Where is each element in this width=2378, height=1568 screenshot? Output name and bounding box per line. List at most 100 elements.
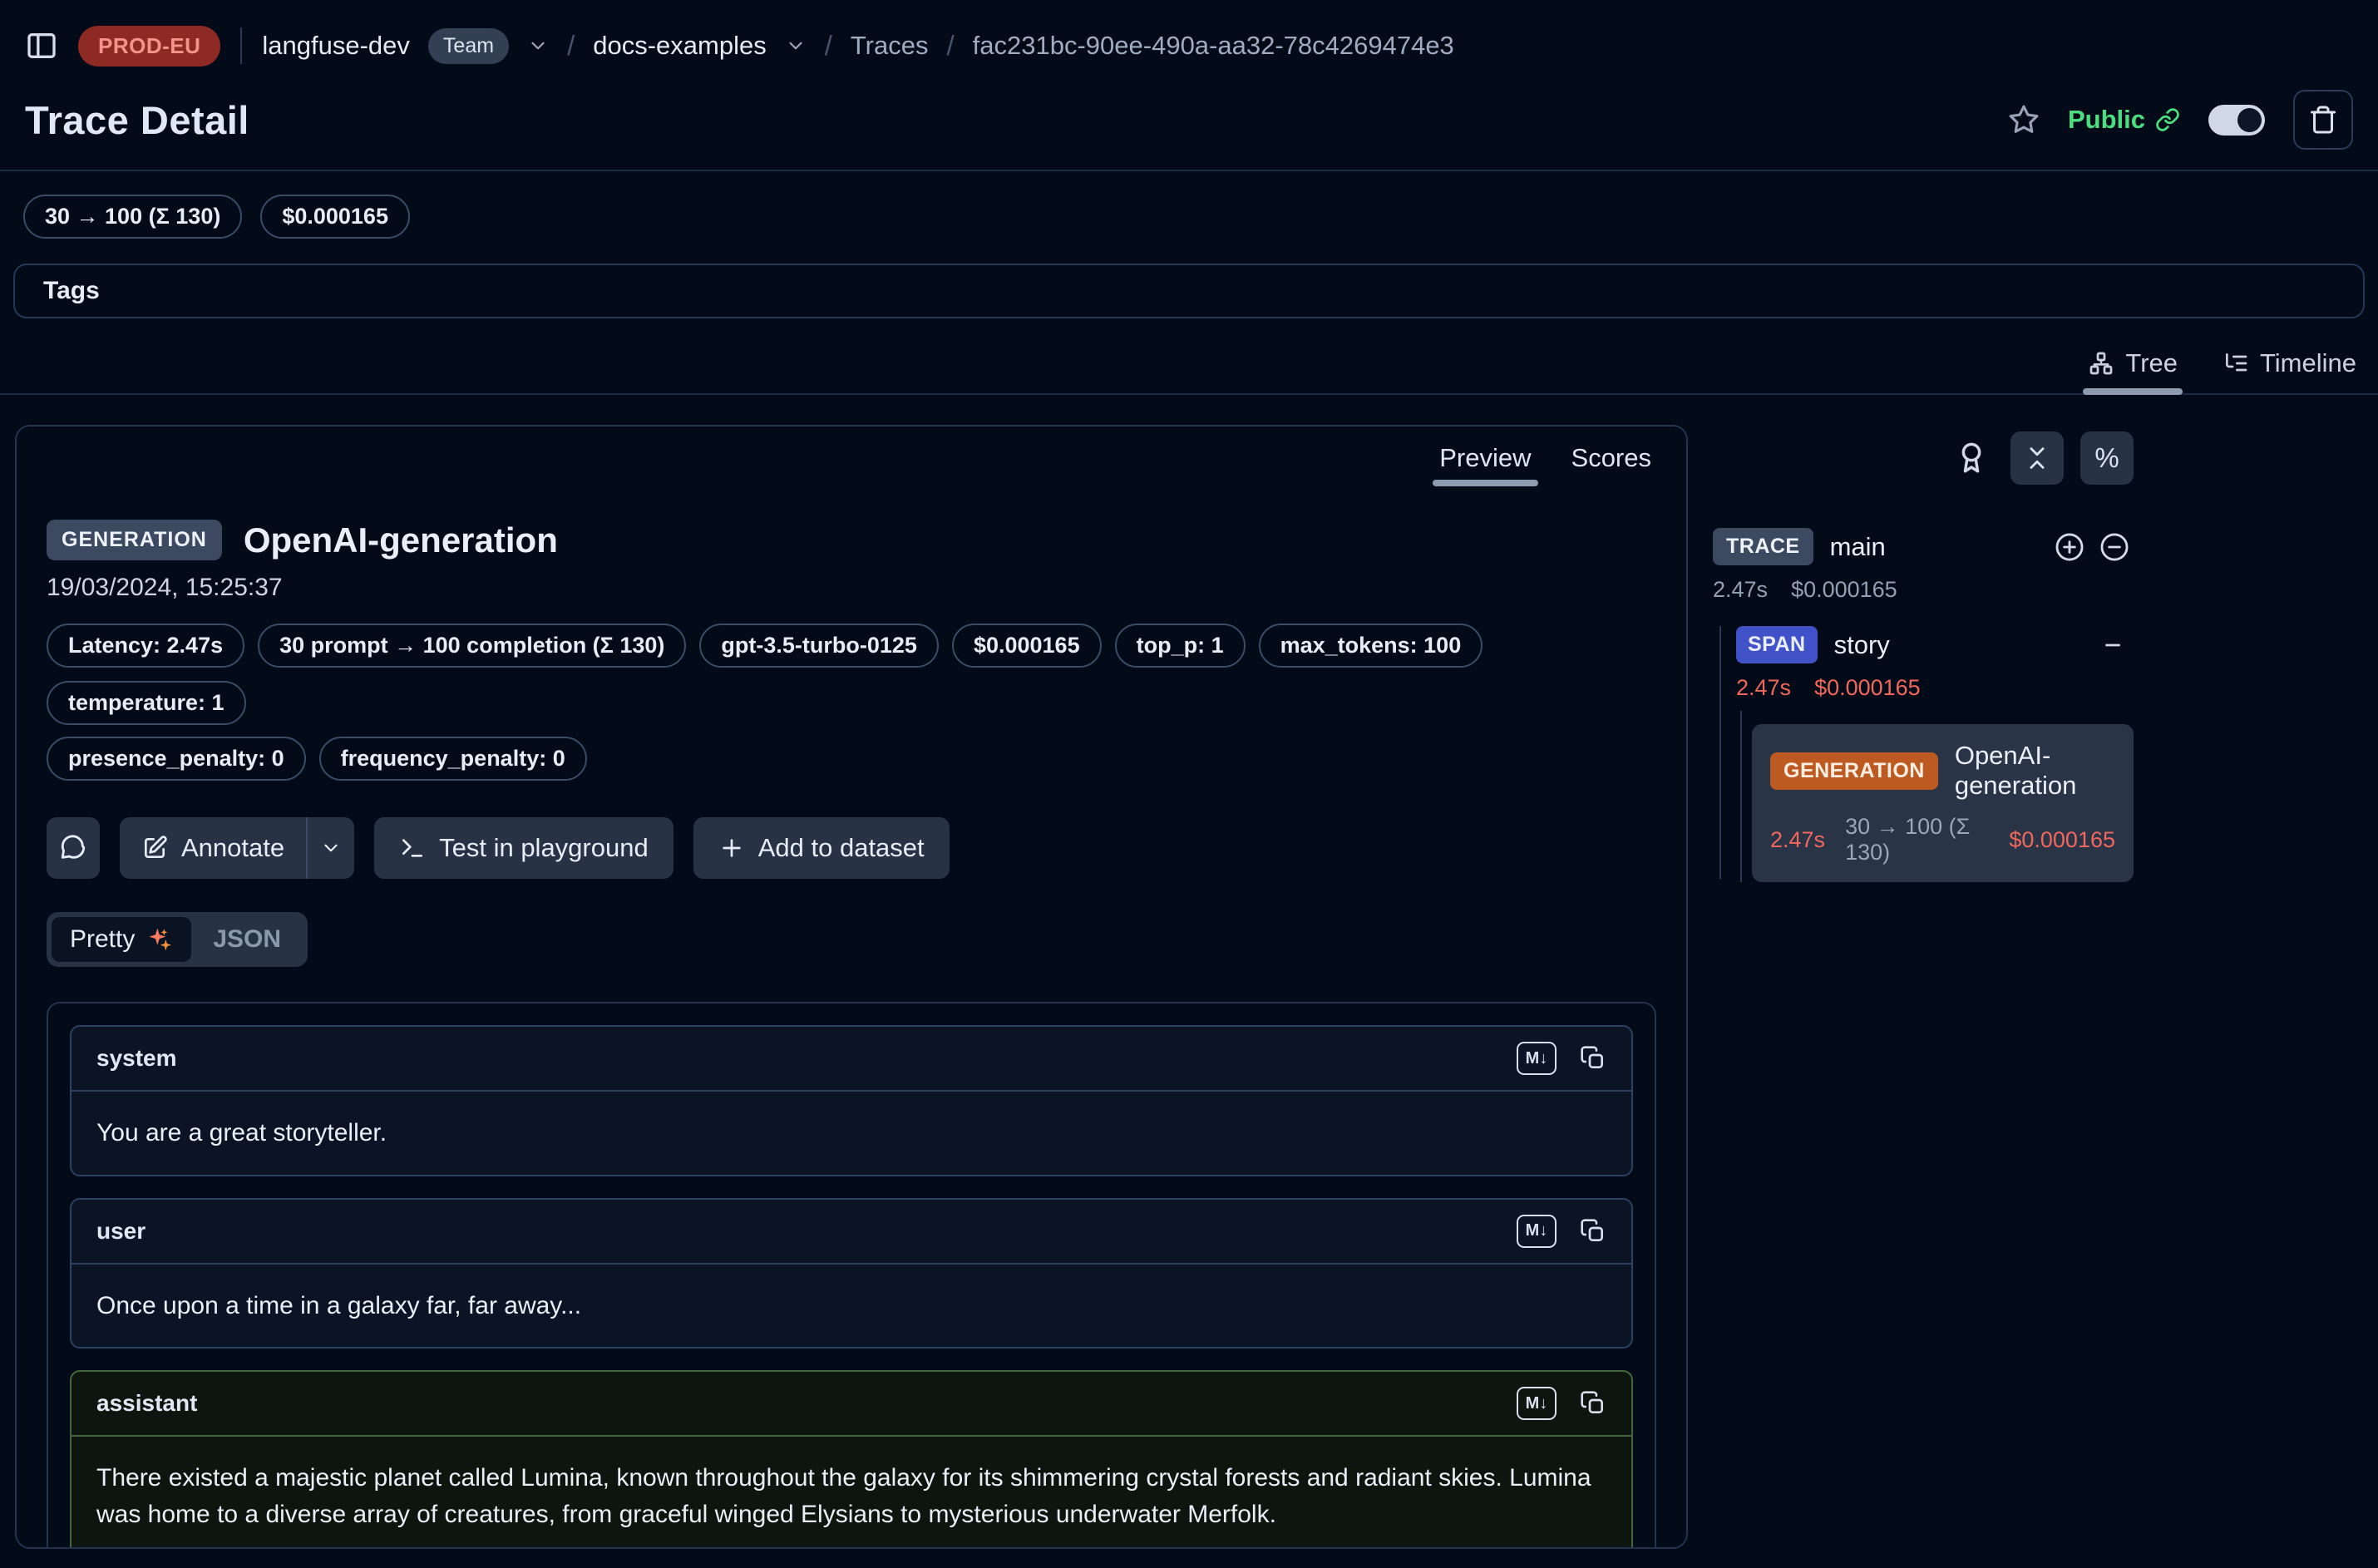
trace-name: main: [1830, 532, 1886, 562]
tree-connector-line: [1740, 711, 1742, 882]
message-tools: M↓: [1517, 1215, 1606, 1248]
test-in-playground-button[interactable]: Test in playground: [374, 817, 673, 879]
message-card: assistant M↓ There existed a majestic pl…: [70, 1370, 1633, 1549]
generation-type-badge: GENERATION: [1770, 752, 1938, 790]
star-icon[interactable]: [2008, 104, 2040, 136]
plus-icon: [718, 835, 745, 861]
param-pill: 30 prompt → 100 completion (Σ 130): [258, 624, 686, 668]
tab-tree-label: Tree: [2125, 348, 2178, 378]
trace-cost: $0.000165: [1791, 577, 1897, 603]
chevron-down-icon: [320, 837, 342, 859]
trace-tree-panel: % TRACE main 2.47s $0.000165 SPAN story: [1713, 425, 2134, 882]
annotate-dropdown-button[interactable]: [308, 817, 354, 879]
tab-preview[interactable]: Preview: [1439, 443, 1531, 486]
chevron-down-icon[interactable]: [785, 35, 807, 57]
pretty-label: Pretty: [70, 925, 135, 954]
generation-name: OpenAI-generation: [1955, 741, 2115, 801]
public-label: Public: [2068, 105, 2145, 135]
terminal-icon: [399, 835, 426, 861]
markdown-toggle-icon[interactable]: M↓: [1517, 1387, 1557, 1420]
trace-badges: 30 → 100 (Σ 130) $0.000165: [23, 195, 2378, 239]
panel-tabs: Preview Scores: [1439, 443, 1651, 486]
divider: [240, 27, 242, 64]
observation-type-badge: GENERATION: [47, 520, 222, 560]
message-header: assistant M↓: [72, 1372, 1631, 1437]
param-pill: temperature: 1: [47, 681, 246, 725]
scores-award-icon[interactable]: [1954, 441, 1989, 476]
format-toggle: Pretty JSON: [47, 912, 308, 967]
add-to-dataset-button[interactable]: Add to dataset: [693, 817, 950, 879]
add-to-dataset-label: Add to dataset: [758, 833, 925, 863]
public-link[interactable]: Public: [2068, 105, 2180, 135]
comment-icon: [59, 834, 87, 862]
generation-node-header: GENERATION OpenAI-generation: [1770, 741, 2115, 801]
message-body: You are a great storyteller.: [72, 1092, 1631, 1175]
span-name: story: [1834, 630, 1890, 660]
tags-label: Tags: [43, 277, 100, 305]
sidebar-toggle-icon[interactable]: [25, 29, 58, 62]
param-pill: frequency_penalty: 0: [319, 737, 587, 781]
annotate-button[interactable]: Annotate: [120, 817, 306, 879]
fold-vertical-icon: [2023, 444, 2051, 472]
token-usage-badge: 30 → 100 (Σ 130): [23, 195, 242, 239]
action-buttons: Annotate Test in playground Add to datas…: [47, 817, 1656, 879]
delete-trace-button[interactable]: [2293, 90, 2353, 150]
trash-icon: [2308, 105, 2338, 135]
copy-icon[interactable]: [1580, 1390, 1606, 1417]
tree-toolbar: %: [1713, 431, 2134, 485]
comment-button[interactable]: [47, 817, 100, 879]
tree-node-trace[interactable]: TRACE main: [1713, 528, 2134, 565]
circle-plus-icon[interactable]: [2054, 531, 2085, 563]
message-tools: M↓: [1517, 1387, 1606, 1420]
markdown-toggle-icon[interactable]: M↓: [1517, 1042, 1557, 1075]
span-subtree: SPAN story 2.47s $0.000165 GENERATION Op…: [1713, 626, 2134, 882]
tab-timeline[interactable]: Timeline: [2223, 348, 2356, 378]
span-cost: $0.000165: [1814, 675, 1921, 701]
generation-subtree: GENERATION OpenAI-generation 2.47s 30 → …: [1736, 724, 2134, 882]
markdown-toggle-icon[interactable]: M↓: [1517, 1215, 1557, 1248]
message-header: user M↓: [72, 1200, 1631, 1265]
param-pill: gpt-3.5-turbo-0125: [699, 624, 939, 668]
format-json-tab[interactable]: JSON: [191, 917, 303, 962]
copy-icon[interactable]: [1580, 1218, 1606, 1245]
top-bar: PROD-EU langfuse-dev Team / docs-example…: [0, 0, 2378, 83]
tab-tree[interactable]: Tree: [2088, 348, 2178, 378]
format-pretty-tab[interactable]: Pretty: [52, 917, 191, 962]
message-body: Once upon a time in a galaxy far, far aw…: [72, 1265, 1631, 1348]
header-divider: [0, 170, 2378, 171]
breadcrumb-section[interactable]: Traces: [851, 31, 929, 61]
link-icon: [2155, 107, 2180, 132]
page-header: Trace Detail Public: [0, 83, 2378, 150]
trace-latency: 2.47s: [1713, 577, 1768, 603]
breadcrumb-project[interactable]: docs-examples: [593, 31, 766, 61]
playground-label: Test in playground: [439, 833, 649, 863]
message-card: user M↓ Once upon a time in a galaxy far…: [70, 1198, 1633, 1349]
content-area: Preview Scores GENERATION OpenAI-generat…: [0, 395, 2378, 1549]
environment-badge[interactable]: PROD-EU: [78, 26, 220, 67]
tags-box[interactable]: Tags: [13, 264, 2365, 318]
observation-name: OpenAI-generation: [244, 520, 558, 560]
sparkles-icon: [146, 926, 173, 953]
chevron-down-icon[interactable]: [527, 35, 549, 57]
view-tabs: Tree Timeline: [0, 348, 2378, 395]
tab-scores[interactable]: Scores: [1571, 443, 1651, 486]
copy-icon[interactable]: [1580, 1045, 1606, 1072]
observation-panel: Preview Scores GENERATION OpenAI-generat…: [15, 425, 1688, 1549]
breadcrumb-org[interactable]: langfuse-dev: [262, 31, 410, 61]
tree-node-span[interactable]: SPAN story: [1736, 626, 2134, 663]
percent-icon: %: [2094, 442, 2119, 474]
breadcrumb-separator: /: [946, 30, 954, 62]
observation-timestamp: 19/03/2024, 15:25:37: [47, 574, 1656, 602]
param-pill: Latency: 2.47s: [47, 624, 244, 668]
collapse-all-button[interactable]: [2010, 431, 2064, 485]
metrics-percent-button[interactable]: %: [2080, 431, 2134, 485]
tree-node-generation-selected[interactable]: GENERATION OpenAI-generation 2.47s 30 → …: [1752, 724, 2134, 882]
generation-latency: 2.47s: [1770, 827, 1825, 853]
collapse-node-icon[interactable]: [2100, 633, 2125, 658]
public-toggle[interactable]: [2208, 105, 2265, 136]
circle-minus-icon[interactable]: [2099, 531, 2130, 563]
breadcrumb-separator: /: [825, 30, 832, 62]
trace-metrics: 2.47s $0.000165: [1713, 577, 2134, 603]
message-role: assistant: [96, 1390, 197, 1417]
message-tools: M↓: [1517, 1042, 1606, 1075]
